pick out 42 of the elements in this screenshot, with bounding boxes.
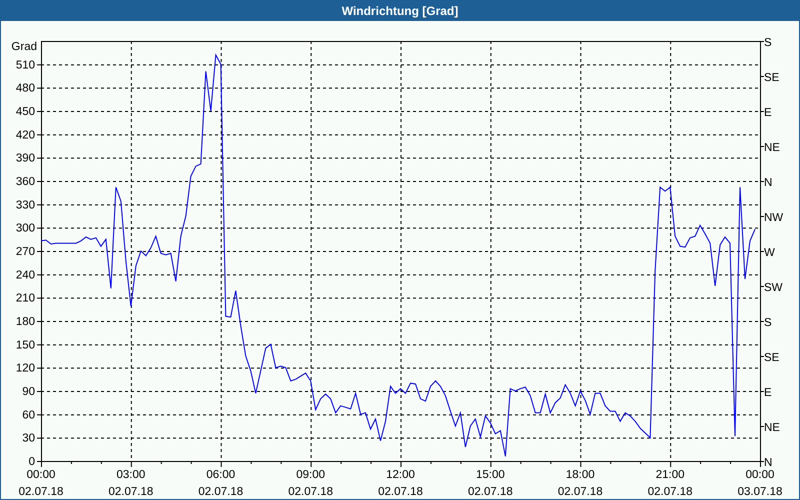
y-tick-label: 120 <box>16 362 35 375</box>
right-tick-label: E <box>764 107 772 119</box>
right-tick-label: SE <box>764 352 780 364</box>
y-tick-label: 420 <box>16 129 35 142</box>
x-tick-label: 06:00 02.07.18 <box>197 468 244 500</box>
right-tick-label: N <box>764 457 772 469</box>
x-tick-label: 09:00 02.07.18 <box>287 468 334 500</box>
right-tick-label: N <box>764 177 772 189</box>
x-tick-label: 18:00 02.07.18 <box>556 468 604 500</box>
y-axis-title: Grad <box>11 41 37 53</box>
right-tick-label: S <box>764 317 772 329</box>
y-tick-label: 330 <box>16 199 35 212</box>
y-tick-label: 0 <box>28 456 35 468</box>
x-tick-label: 00:00 02.07.18 <box>18 468 64 500</box>
right-tick-label: NE <box>764 422 780 434</box>
y-tick-label: 390 <box>16 152 35 165</box>
x-tick-label: 21:00 02.07.18 <box>646 468 694 500</box>
y-tick-label: 480 <box>16 82 35 95</box>
right-tick-label: W <box>764 247 775 259</box>
right-tick-label: NW <box>764 212 784 224</box>
right-tick-label: SE <box>764 72 780 84</box>
y-tick-label: 150 <box>16 339 35 352</box>
x-tick-label: 03:00 02.07.18 <box>107 468 154 500</box>
y-tick-label: 60 <box>22 409 35 422</box>
x-tick-label: 00:00 03.07.18 <box>736 468 784 500</box>
y-tick-label: 210 <box>16 292 35 305</box>
right-tick-label: S <box>764 37 772 49</box>
y-tick-label: 30 <box>22 432 35 445</box>
y-tick-label: 450 <box>16 106 35 118</box>
y-tick-label: 510 <box>16 59 35 72</box>
x-tick-label: 12:00 02.07.18 <box>377 468 424 500</box>
right-tick-label: SW <box>764 282 783 294</box>
y-tick-label: 360 <box>16 176 35 188</box>
y-tick-label: 180 <box>16 316 35 328</box>
x-tick-label: 15:00 02.07.18 <box>466 468 514 500</box>
right-tick-label: NE <box>764 142 780 154</box>
y-tick-label: 90 <box>22 386 35 398</box>
y-tick-label: 300 <box>16 222 35 235</box>
y-tick-label: 240 <box>16 269 35 282</box>
window-title: Windrichtung [Grad] <box>342 4 458 18</box>
y-tick-label: 270 <box>16 246 35 258</box>
right-tick-label: E <box>764 387 772 399</box>
